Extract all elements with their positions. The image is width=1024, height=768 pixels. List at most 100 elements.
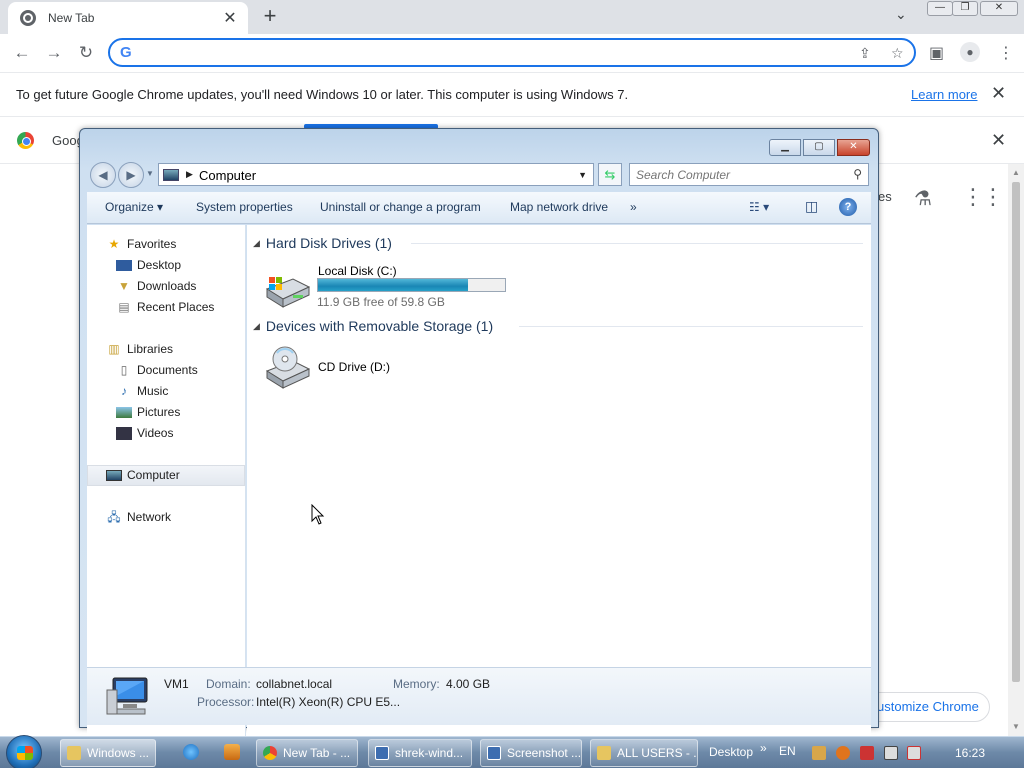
address-path[interactable]: Computer	[199, 168, 256, 183]
nav-label: Libraries	[127, 342, 174, 356]
tray-network-icon[interactable]	[884, 746, 898, 760]
desktop-icon	[116, 260, 132, 271]
explorer-maximize-button[interactable]: ▢	[803, 139, 835, 156]
explorer-forward-icon[interactable]: ▶	[118, 162, 144, 188]
clock[interactable]: 16:23	[955, 746, 985, 760]
language-indicator[interactable]: EN	[779, 744, 796, 758]
refresh-icon[interactable]: ⇆	[598, 163, 622, 186]
tab-close-icon[interactable]: ✕	[222, 8, 238, 28]
scroll-thumb[interactable]	[1012, 182, 1020, 682]
drive-usage-bar	[317, 278, 506, 292]
tab-search-chevron-icon[interactable]: ⌄	[895, 6, 907, 23]
profile-avatar-icon[interactable]: ●	[960, 42, 980, 62]
minimize-button[interactable]: —	[927, 1, 953, 16]
nav-favorites[interactable]: ★ Favorites	[87, 234, 245, 255]
nav-network[interactable]: 🖧 Network	[87, 507, 245, 528]
address-bar[interactable]: ▶ Computer ▼	[158, 163, 594, 186]
change-view-icon[interactable]: ☷ ▾	[749, 200, 769, 214]
page-scrollbar[interactable]: ▲ ▼	[1008, 164, 1024, 736]
address-dropdown-icon[interactable]: ▼	[578, 170, 587, 180]
map-network-drive-button[interactable]: Map network drive	[510, 200, 608, 214]
collapse-triangle-icon[interactable]: ◢	[253, 238, 260, 248]
explorer-close-button[interactable]: ✕	[837, 139, 870, 156]
share-icon[interactable]: ⇪	[859, 45, 871, 62]
image-viewer-icon	[487, 746, 501, 760]
omnibox[interactable]: G ⇪ ☆	[108, 38, 916, 67]
internet-explorer-icon[interactable]	[183, 744, 199, 760]
recent-pages-icon[interactable]: ▼	[146, 169, 154, 178]
tray-app-icon[interactable]	[812, 746, 826, 760]
local-disk-c-name[interactable]: Local Disk (C:)	[318, 264, 397, 278]
preview-pane-icon[interactable]: ◫	[805, 198, 818, 215]
nav-documents[interactable]: ▯ Documents	[87, 360, 245, 381]
desktop-toolbar-label[interactable]: Desktop	[709, 745, 753, 759]
learn-more-link[interactable]: Learn more	[911, 87, 977, 102]
scroll-down-icon[interactable]: ▼	[1012, 722, 1020, 731]
taskbar: Windows ... New Tab - ... shrek-wind... …	[0, 735, 1024, 768]
omnibox-input[interactable]	[144, 43, 844, 63]
search-box[interactable]: ⚲	[629, 163, 869, 186]
taskbar-screenshot-button[interactable]: Screenshot ...	[480, 739, 582, 767]
reload-icon[interactable]: ↻	[75, 42, 97, 64]
nav-desktop[interactable]: Desktop	[87, 255, 245, 276]
uninstall-program-button[interactable]: Uninstall or change a program	[320, 200, 481, 214]
mouse-cursor-icon	[311, 504, 325, 525]
nav-downloads[interactable]: ▼ Downloads	[87, 276, 245, 297]
back-icon[interactable]: ←	[11, 42, 33, 64]
nav-computer[interactable]: Computer	[87, 465, 245, 486]
bar-close-icon[interactable]: ✕	[991, 130, 1006, 151]
tray-volume-muted-icon[interactable]	[907, 746, 921, 760]
nav-pictures[interactable]: Pictures	[87, 402, 245, 423]
explorer-window: ▁ ▢ ✕ ◀ ▶ ▼ ▶ Computer ▼ ⇆ ⚲ Organize ▾ …	[79, 128, 879, 767]
nav-label: Desktop	[137, 258, 182, 272]
collapse-triangle-icon[interactable]: ◢	[253, 321, 260, 331]
nav-libraries[interactable]: ▥ Libraries	[87, 339, 245, 360]
documents-icon: ▯	[120, 363, 128, 377]
nav-music[interactable]: ♪ Music	[87, 381, 245, 402]
new-tab-button[interactable]: +	[258, 5, 282, 29]
side-panel-icon[interactable]: ▣	[929, 43, 944, 63]
group-removable-storage[interactable]: ◢ Devices with Removable Storage (1)	[253, 318, 493, 334]
infobar-close-icon[interactable]: ✕	[991, 83, 1006, 104]
scroll-up-icon[interactable]: ▲	[1012, 168, 1020, 177]
taskbar-all-users-button[interactable]: ALL USERS - ...	[590, 739, 698, 767]
system-properties-button[interactable]: System properties	[196, 200, 293, 214]
explorer-minimize-button[interactable]: ▁	[769, 139, 801, 156]
toolbar-chevron-icon[interactable]: »	[760, 741, 767, 755]
memory-value: 4.00 GB	[446, 677, 491, 691]
bookmark-star-icon[interactable]: ☆	[891, 45, 904, 62]
tray-flag-icon[interactable]	[860, 746, 874, 760]
taskbar-explorer-button[interactable]: Windows ...	[60, 739, 156, 767]
tab-new-tab[interactable]: New Tab ✕	[8, 2, 248, 34]
labs-flask-icon[interactable]: ⚗	[914, 186, 932, 211]
taskbar-shrek-button[interactable]: shrek-wind...	[368, 739, 472, 767]
forward-icon[interactable]: →	[43, 42, 65, 64]
nav-recent-places[interactable]: ▤ Recent Places	[87, 297, 245, 318]
help-icon[interactable]: ?	[839, 198, 857, 216]
media-player-icon[interactable]	[224, 744, 240, 760]
breadcrumb-arrow-icon[interactable]: ▶	[186, 169, 193, 180]
nav-label: Music	[137, 384, 169, 398]
memory-label: Memory:	[393, 677, 440, 691]
start-button[interactable]	[6, 735, 42, 768]
close-button[interactable]: ✕	[980, 1, 1018, 16]
local-disk-c-free: 11.9 GB free of 59.8 GB	[317, 295, 445, 309]
search-input[interactable]	[636, 167, 846, 183]
nav-label: Computer	[127, 468, 180, 482]
menu-kebab-icon[interactable]: ⋮	[998, 43, 1014, 63]
hard-disk-icon[interactable]	[263, 265, 311, 309]
videos-icon	[116, 427, 132, 440]
customize-chrome-button[interactable]: ustomize Chrome	[862, 692, 990, 722]
taskbar-chrome-button[interactable]: New Tab - ...	[256, 739, 358, 767]
explorer-back-icon[interactable]: ◀	[90, 162, 116, 188]
group-hard-disk-drives[interactable]: ◢ Hard Disk Drives (1)	[253, 235, 392, 251]
cd-drive-d-name[interactable]: CD Drive (D:)	[318, 360, 390, 374]
restore-button[interactable]: ❐	[952, 1, 978, 16]
search-icon[interactable]: ⚲	[853, 167, 862, 181]
cd-drive-icon[interactable]	[263, 345, 311, 389]
more-commands-button[interactable]: »	[630, 200, 637, 214]
tray-search-icon[interactable]	[836, 746, 850, 760]
organize-menu[interactable]: Organize ▾	[105, 200, 163, 214]
group-divider	[519, 326, 863, 327]
nav-videos[interactable]: Videos	[87, 423, 245, 444]
